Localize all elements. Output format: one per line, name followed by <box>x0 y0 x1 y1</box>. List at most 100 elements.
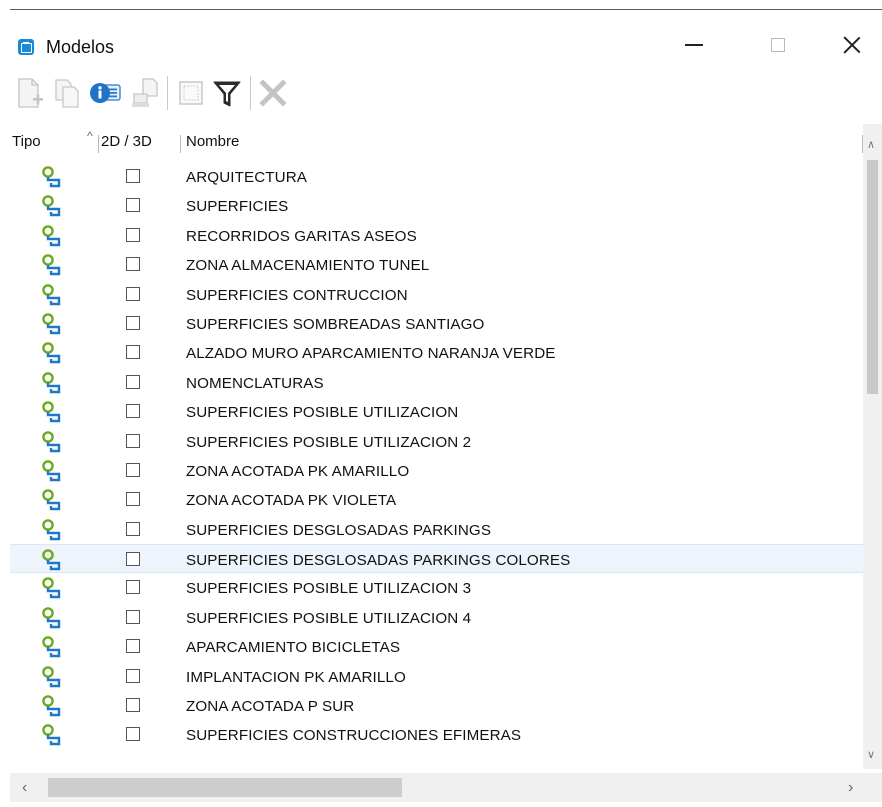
table-row[interactable]: SUPERFICIES <box>10 191 863 220</box>
table-row[interactable]: NOMENCLATURAS <box>10 368 863 397</box>
table-row[interactable]: ZONA ACOTADA P SUR <box>10 691 863 720</box>
model-type-icon <box>40 430 64 454</box>
model-type-icon <box>42 489 61 511</box>
row-2d-3d-checkbox[interactable] <box>126 462 140 477</box>
new-model-button[interactable] <box>12 76 46 110</box>
model-type-icon <box>42 342 61 364</box>
table-row[interactable]: ZONA ACOTADA PK VIOLETA <box>10 485 863 514</box>
table-row[interactable]: SUPERFICIES POSIBLE UTILIZACION 4 <box>10 603 863 632</box>
models-list: ARQUITECTURA SUPERFICIES RECORRIDOS GARITA… <box>10 162 863 750</box>
row-2d-3d-checkbox[interactable] <box>126 609 140 624</box>
model-type-icon <box>40 341 64 365</box>
table-row[interactable]: APARCAMIENTO BICICLETAS <box>10 632 863 661</box>
row-2d-3d-checkbox[interactable] <box>126 169 140 183</box>
model-type-icon <box>42 254 61 276</box>
model-name: ARQUITECTURA <box>186 169 308 186</box>
model-type-icon <box>42 166 61 188</box>
row-2d-3d-checkbox[interactable] <box>126 315 140 330</box>
row-2d-3d-checkbox[interactable] <box>126 521 140 536</box>
table-row[interactable]: ZONA ACOTADA PK AMARILLO <box>10 456 863 485</box>
info-list-icon <box>90 83 121 103</box>
table-row[interactable]: SUPERFICIES POSIBLE UTILIZACION <box>10 397 863 426</box>
close-button[interactable] <box>826 24 878 66</box>
horizontal-scrollbar[interactable]: ‹ › <box>10 773 882 802</box>
model-type-icon <box>40 576 64 600</box>
table-row[interactable]: SUPERFICIES DESGLOSADAS PARKINGS <box>10 515 863 544</box>
model-name: SUPERFICIES SOMBREADAS SANTIAGO <box>186 315 485 333</box>
model-type-icon <box>42 313 61 335</box>
table-row[interactable]: ZONA ALMACENAMIENTO TUNEL <box>10 250 863 279</box>
row-2d-3d-checkbox[interactable] <box>126 404 140 419</box>
table-row[interactable]: ARQUITECTURA <box>10 162 863 191</box>
model-type-icon <box>42 577 61 599</box>
column-divider[interactable] <box>180 135 181 153</box>
row-2d-3d-checkbox[interactable] <box>126 198 140 213</box>
table-row[interactable]: SUPERFICIES CONTRUCCION <box>10 280 863 309</box>
model-type-icon <box>40 194 64 218</box>
row-2d-3d-checkbox[interactable] <box>126 668 140 683</box>
model-type-icon <box>40 548 64 572</box>
maximize-icon <box>771 38 785 52</box>
model-type-icon <box>40 224 64 248</box>
model-type-icon <box>40 488 64 512</box>
column-header-tipo[interactable]: Tipo <box>12 133 41 150</box>
select-box-icon <box>179 81 203 105</box>
vertical-scrollbar[interactable]: ∧ ∨ <box>863 124 882 769</box>
export-model-button[interactable] <box>128 76 162 110</box>
table-row[interactable]: ALZADO MURO APARCAMIENTO NARANJA VERDE <box>10 338 863 367</box>
model-type-icon <box>40 253 64 277</box>
row-2d-3d-checkbox[interactable] <box>126 374 140 389</box>
table-row[interactable]: SUPERFICIES DESGLOSADAS PARKINGS COLORES <box>10 544 863 574</box>
horizontal-scroll-thumb[interactable] <box>48 778 402 797</box>
model-name: SUPERFICIES <box>186 198 289 216</box>
row-2d-3d-checkbox[interactable] <box>126 492 140 507</box>
select-all-button[interactable] <box>174 76 208 110</box>
row-2d-3d-checkbox[interactable] <box>126 727 140 742</box>
minimize-icon <box>685 44 703 46</box>
scroll-left-icon[interactable]: ‹ <box>22 779 27 797</box>
model-type-icon <box>40 694 64 718</box>
table-row[interactable]: SUPERFICIES POSIBLE UTILIZACION 2 <box>10 427 863 456</box>
scroll-right-icon[interactable]: › <box>848 779 853 797</box>
model-type-icon <box>42 460 61 482</box>
row-2d-3d-checkbox[interactable] <box>126 698 140 713</box>
model-name: SUPERFICIES DESGLOSADAS PARKINGS COLORES <box>186 552 571 570</box>
row-2d-3d-checkbox[interactable] <box>126 257 140 272</box>
row-2d-3d-checkbox[interactable] <box>126 639 140 654</box>
vertical-scroll-thumb[interactable] <box>867 160 878 394</box>
scroll-down-icon[interactable]: ∨ <box>867 748 875 761</box>
row-2d-3d-checkbox[interactable] <box>126 580 140 595</box>
scroll-up-icon[interactable]: ∧ <box>867 138 875 151</box>
table-row[interactable]: SUPERFICIES POSIBLE UTILIZACION 3 <box>10 573 863 602</box>
column-header: Tipo ^ 2D / 3D Nombre <box>10 124 870 160</box>
scrollbar-corner <box>863 773 882 802</box>
column-header-nombre[interactable]: Nombre <box>186 133 239 150</box>
maximize-button[interactable] <box>752 24 804 66</box>
table-row[interactable]: IMPLANTACION PK AMARILLO <box>10 662 863 691</box>
table-row[interactable]: RECORRIDOS GARITAS ASEOS <box>10 221 863 250</box>
model-type-icon <box>40 665 64 689</box>
model-name: SUPERFICIES DESGLOSADAS PARKINGS <box>186 521 492 539</box>
minimize-button[interactable] <box>668 24 720 66</box>
row-2d-3d-checkbox[interactable] <box>126 286 140 301</box>
model-type-icon <box>40 283 64 307</box>
toolbar-separator <box>250 76 251 110</box>
copy-model-button[interactable] <box>50 76 84 110</box>
delete-model-button[interactable] <box>256 76 290 110</box>
filter-button[interactable] <box>210 76 244 110</box>
model-type-icon <box>42 371 61 393</box>
row-2d-3d-checkbox[interactable] <box>126 552 140 567</box>
model-name: ZONA ALMACENAMIENTO TUNEL <box>186 257 430 275</box>
row-2d-3d-checkbox[interactable] <box>126 433 140 448</box>
model-name: SUPERFICIES POSIBLE UTILIZACION 2 <box>186 433 472 451</box>
table-row[interactable]: SUPERFICIES CONSTRUCCIONES EFIMERAS <box>10 720 863 749</box>
column-divider[interactable] <box>98 135 99 153</box>
table-row[interactable]: SUPERFICIES SOMBREADAS SANTIAGO <box>10 309 863 338</box>
column-header-2d-3d[interactable]: 2D / 3D <box>101 133 152 150</box>
model-name: ALZADO MURO APARCAMIENTO NARANJA VERDE <box>186 345 556 363</box>
model-type-icon <box>42 283 61 305</box>
row-2d-3d-checkbox[interactable] <box>126 345 140 360</box>
title-bar[interactable]: Modelos <box>0 10 882 65</box>
model-properties-button[interactable] <box>88 76 122 110</box>
row-2d-3d-checkbox[interactable] <box>126 227 140 242</box>
